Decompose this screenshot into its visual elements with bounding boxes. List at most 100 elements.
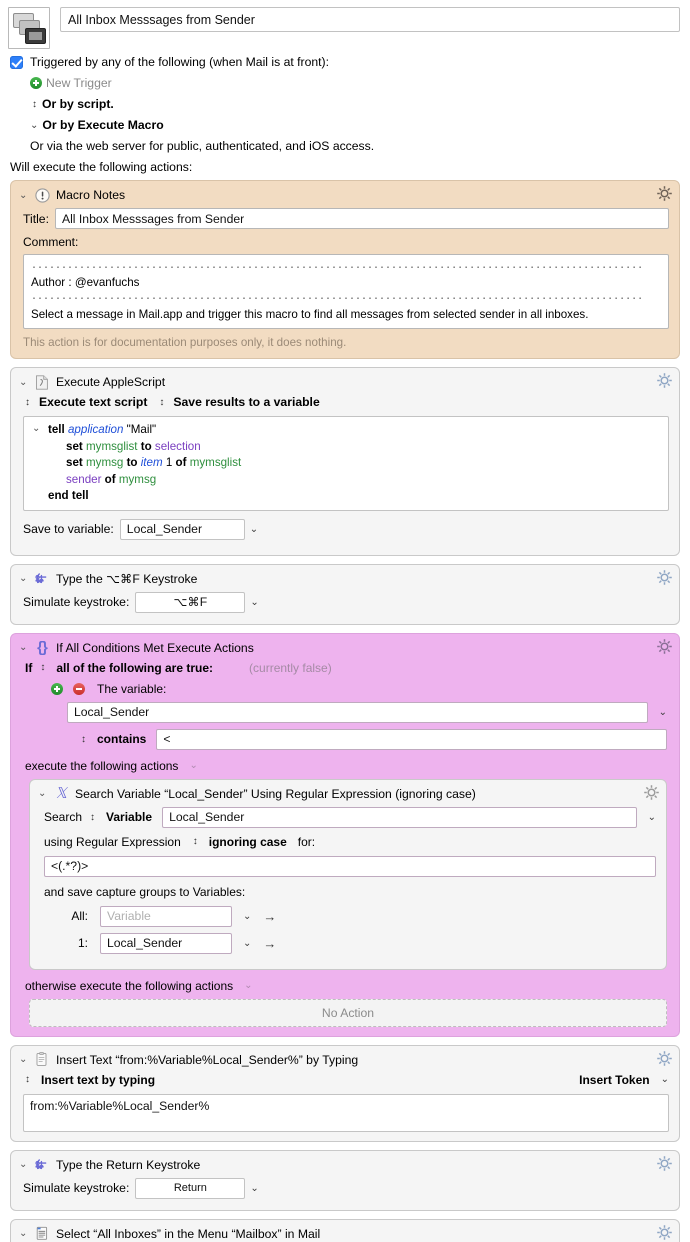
gear-icon[interactable] bbox=[657, 1155, 672, 1171]
gear-icon[interactable] bbox=[657, 569, 672, 585]
gear-icon[interactable] bbox=[657, 1050, 672, 1066]
or-by-script-row[interactable]: ↕ Or by script. bbox=[30, 97, 680, 111]
script-x-icon: 𝕏 bbox=[54, 786, 68, 803]
condition-then-label-row: execute the following actions ⌄ bbox=[25, 759, 667, 773]
chevron-down-icon[interactable]: ⌄ bbox=[250, 597, 258, 608]
keystroke1-value-input[interactable]: ⌥⌘F bbox=[135, 591, 246, 613]
chevron-down-icon[interactable]: ⌄ bbox=[250, 524, 258, 535]
gear-icon[interactable] bbox=[657, 638, 672, 654]
disclosure-chevron-icon[interactable]: ⌄ bbox=[19, 190, 28, 201]
condition-no-action-placeholder[interactable]: No Action bbox=[29, 998, 667, 1027]
macro-notes-header[interactable]: ⌄ Macro Notes bbox=[11, 181, 679, 208]
code-fold-icon[interactable]: ⌄ bbox=[32, 422, 40, 436]
insert-text-mode-row: ↕ Insert text by typing Insert Token ⌄ bbox=[23, 1073, 669, 1087]
action-macro-notes[interactable]: ⌄ Macro Notes Title: All Inbox Messsages… bbox=[10, 180, 680, 360]
updown-chevron-icon[interactable]: ↕ bbox=[79, 734, 88, 745]
search-regex-mode-row: using Regular Expression ↕ ignoring case… bbox=[44, 835, 656, 849]
capture-group-variable-input[interactable]: Local_Sender bbox=[100, 932, 232, 954]
chevron-down-icon[interactable]: ⌄ bbox=[189, 760, 197, 771]
condition-title: If All Conditions Met Execute Actions bbox=[56, 640, 254, 655]
or-by-execute-macro-label: Or by Execute Macro bbox=[42, 118, 164, 132]
chevron-down-icon[interactable]: ⌄ bbox=[648, 812, 656, 823]
updown-chevron-icon[interactable]: ↕ bbox=[38, 662, 47, 673]
chevron-down-icon[interactable]: ⌄ bbox=[243, 938, 251, 949]
gear-icon[interactable] bbox=[657, 373, 672, 389]
action-type-keystroke-return[interactable]: ⌄ Type the Return Keystroke Simulate key… bbox=[10, 1149, 680, 1211]
applescript-save-variable-input[interactable]: Local_Sender bbox=[119, 518, 245, 540]
insert-text-header[interactable]: ⌄ Insert Text “from:%Variable%Local_Send… bbox=[11, 1046, 679, 1073]
chevron-down-icon: ⌄ bbox=[30, 119, 39, 131]
notes-title-input[interactable]: All Inbox Messsages from Sender bbox=[54, 208, 669, 229]
disclosure-chevron-icon[interactable]: ⌄ bbox=[19, 1228, 28, 1239]
condition-operator-label[interactable]: contains bbox=[97, 732, 146, 746]
updown-chevron-icon: ↕ bbox=[159, 396, 165, 408]
trigger-enabled-checkbox[interactable] bbox=[10, 55, 23, 69]
disclosure-chevron-icon[interactable]: ⌄ bbox=[19, 377, 28, 388]
chevron-down-icon[interactable]: ⌄ bbox=[244, 980, 252, 991]
applescript-code-editor[interactable]: ⌄ tell application "Mail" set mymsglist t… bbox=[23, 416, 669, 511]
applescript-mode-script[interactable]: Execute text script bbox=[39, 395, 147, 409]
condition-if-mode[interactable]: all of the following are true: bbox=[56, 661, 213, 675]
disclosure-chevron-icon[interactable]: ⌄ bbox=[19, 573, 28, 584]
action-search-variable[interactable]: ⌄ 𝕏 Search Variable “Local_Sender” Using… bbox=[29, 778, 667, 970]
insert-text-mode-label[interactable]: Insert text by typing bbox=[41, 1073, 155, 1087]
search-kind-label[interactable]: Variable bbox=[106, 810, 152, 824]
condition-header[interactable]: ⌄ {} If All Conditions Met Execute Actio… bbox=[11, 634, 679, 661]
keystroke1-header[interactable]: ⌄ Type the ⌥⌘F Keystroke bbox=[11, 565, 679, 592]
or-by-script-label: Or by script. bbox=[42, 97, 114, 111]
action-execute-applescript[interactable]: ⌄ Execute AppleScript ↕ Execute text scr… bbox=[10, 367, 680, 556]
insert-text-title: Insert Text “from:%Variable%Local_Sender… bbox=[56, 1052, 359, 1067]
action-insert-text[interactable]: ⌄ Insert Text “from:%Variable%Local_Send… bbox=[10, 1044, 680, 1142]
insert-token-button[interactable]: Insert Token ⌄ bbox=[579, 1073, 669, 1087]
select-menu-header[interactable]: ⌄ Select “All Inboxes” in the Menu “Mail… bbox=[11, 1220, 679, 1242]
applescript-mode-save[interactable]: Save results to a variable bbox=[173, 395, 319, 409]
keystroke2-value-input[interactable]: Return bbox=[135, 1177, 246, 1199]
chevron-down-icon[interactable]: ⌄ bbox=[250, 1183, 258, 1194]
arrow-right-icon[interactable]: → bbox=[263, 936, 276, 951]
search-variable-title: Search Variable “Local_Sender” Using Reg… bbox=[75, 786, 476, 801]
condition-operand-input[interactable]: < bbox=[156, 728, 667, 750]
chevron-down-icon[interactable]: ⌄ bbox=[659, 707, 667, 718]
disclosure-chevron-icon[interactable]: ⌄ bbox=[19, 642, 28, 653]
disclosure-chevron-icon[interactable]: ⌄ bbox=[38, 788, 47, 799]
keystroke2-title: Type the Return Keystroke bbox=[56, 1157, 201, 1172]
search-variable-input[interactable]: Local_Sender bbox=[162, 806, 637, 828]
command-key-icon bbox=[34, 571, 50, 587]
condition-variable-input[interactable]: Local_Sender bbox=[67, 701, 648, 723]
updown-chevron-icon[interactable]: ↕ bbox=[191, 836, 200, 847]
notes-author-line: Author : @evanfuchs bbox=[31, 275, 140, 289]
gear-icon[interactable] bbox=[657, 186, 672, 201]
plus-icon bbox=[30, 77, 42, 89]
keystroke2-header[interactable]: ⌄ Type the Return Keystroke bbox=[11, 1151, 679, 1178]
notes-comment-input[interactable]: ........................................… bbox=[23, 254, 669, 330]
macro-stack-icon[interactable] bbox=[8, 7, 50, 49]
new-trigger-button[interactable]: New Trigger bbox=[30, 76, 680, 90]
action-select-menu[interactable]: ⌄ Select “All Inboxes” in the Menu “Mail… bbox=[10, 1218, 680, 1242]
updown-chevron-icon[interactable]: ↕ bbox=[23, 1074, 32, 1085]
arrow-right-icon[interactable]: → bbox=[263, 909, 276, 924]
code-line: set mymsglist to selection bbox=[66, 439, 201, 453]
notes-title-row: Title: All Inbox Messsages from Sender bbox=[23, 208, 669, 229]
updown-chevron-icon[interactable]: ↕ bbox=[88, 812, 97, 823]
add-condition-icon[interactable] bbox=[51, 682, 63, 695]
trigger-section: Triggered by any of the following (when … bbox=[0, 49, 690, 174]
applescript-header[interactable]: ⌄ Execute AppleScript bbox=[11, 368, 679, 395]
remove-condition-icon[interactable] bbox=[73, 682, 85, 695]
search-regex-input[interactable]: <(.*?)> bbox=[44, 855, 656, 877]
gear-icon[interactable] bbox=[644, 784, 659, 800]
insert-text-input[interactable]: from:%Variable%Local_Sender% bbox=[23, 1093, 669, 1132]
action-type-keystroke-optcmdf[interactable]: ⌄ Type the ⌥⌘F Keystroke Simulate keystr… bbox=[10, 563, 680, 625]
disclosure-chevron-icon[interactable]: ⌄ bbox=[19, 1159, 28, 1170]
condition-if-prefix: If bbox=[25, 660, 33, 675]
condition-currently-status: (currently false) bbox=[249, 660, 332, 675]
search-regex-case[interactable]: ignoring case bbox=[209, 835, 287, 849]
gear-icon[interactable] bbox=[657, 1224, 672, 1240]
or-by-execute-macro-row[interactable]: ⌄ Or by Execute Macro bbox=[30, 118, 680, 132]
macro-title-input[interactable]: All Inbox Messsages from Sender bbox=[60, 7, 680, 32]
capture-group-variable-input[interactable]: Variable bbox=[100, 905, 232, 927]
command-key-icon bbox=[34, 1157, 50, 1173]
disclosure-chevron-icon[interactable]: ⌄ bbox=[19, 1054, 28, 1065]
chevron-down-icon[interactable]: ⌄ bbox=[243, 911, 251, 922]
search-variable-header[interactable]: ⌄ 𝕏 Search Variable “Local_Sender” Using… bbox=[30, 780, 666, 807]
action-if-all-conditions[interactable]: ⌄ {} If All Conditions Met Execute Actio… bbox=[10, 632, 680, 1037]
